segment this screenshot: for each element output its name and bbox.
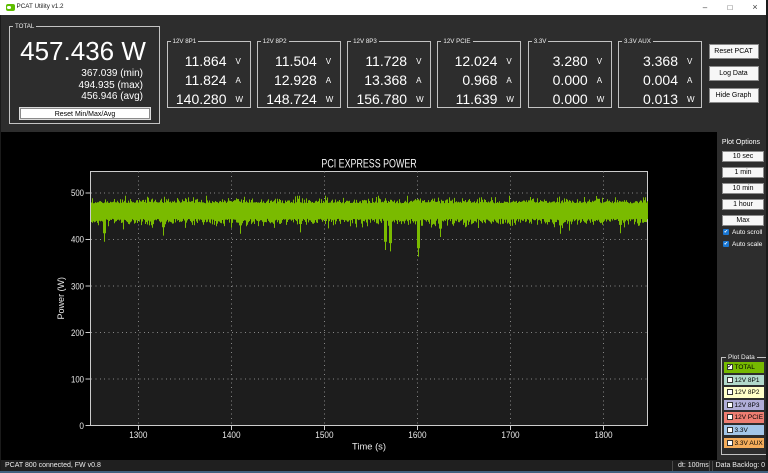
svg-text:1800: 1800 — [594, 430, 612, 441]
svg-text:1300: 1300 — [129, 430, 147, 441]
svg-text:400: 400 — [71, 235, 84, 246]
svg-text:0: 0 — [79, 421, 84, 432]
svg-text:Time (s): Time (s) — [352, 442, 386, 452]
svg-text:200: 200 — [71, 328, 84, 339]
svg-text:1600: 1600 — [408, 430, 426, 441]
svg-text:1500: 1500 — [315, 430, 333, 441]
svg-text:1700: 1700 — [501, 430, 519, 441]
svg-text:PCI EXPRESS POWER: PCI EXPRESS POWER — [321, 156, 416, 170]
svg-text:Power (W): Power (W) — [56, 277, 66, 320]
svg-text:100: 100 — [71, 374, 84, 385]
svg-text:1400: 1400 — [222, 430, 240, 441]
svg-text:500: 500 — [71, 188, 84, 199]
svg-text:300: 300 — [71, 281, 84, 292]
